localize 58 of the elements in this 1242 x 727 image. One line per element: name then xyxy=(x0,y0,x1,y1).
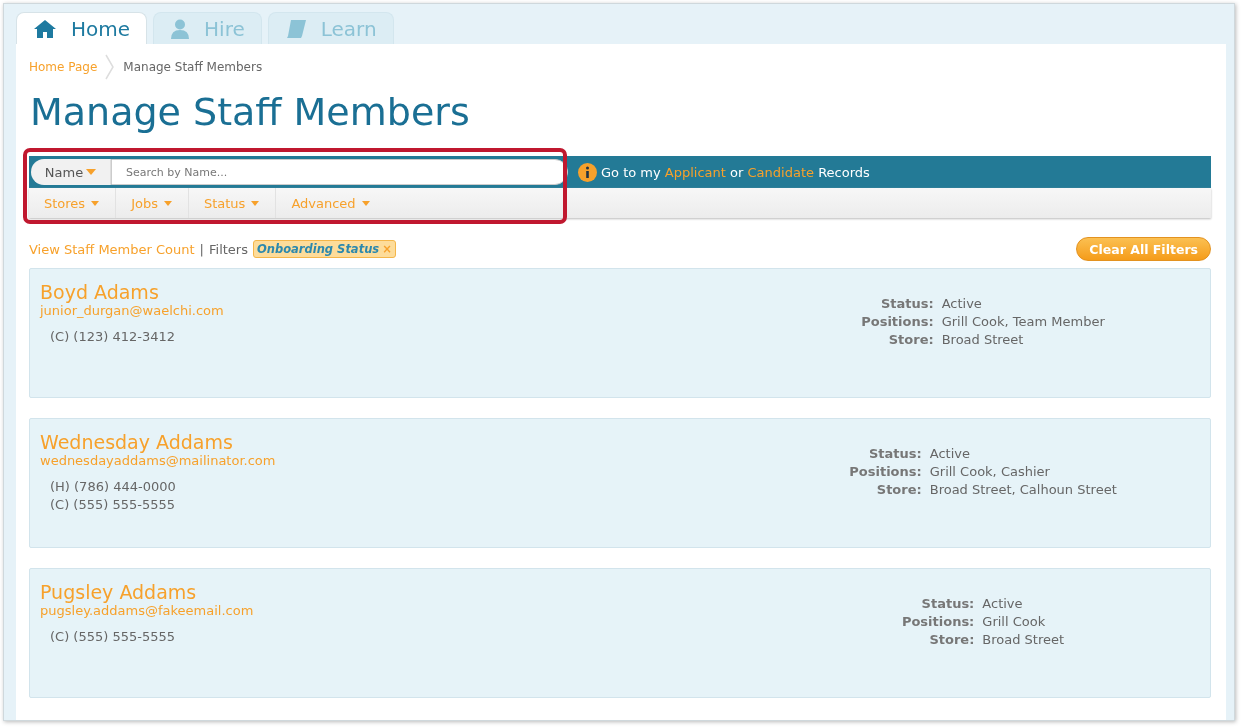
page-title: Manage Staff Members xyxy=(30,89,471,136)
detail-label: Positions: xyxy=(848,463,922,481)
detail-value: Active xyxy=(929,445,971,463)
detail-value: Broad Street, Calhoun Street xyxy=(929,481,1118,499)
search-field-dropdown[interactable]: Name xyxy=(31,159,111,185)
detail-value: Grill Cook, Cashier xyxy=(929,463,1051,481)
phone-number: (C) (555) 555-5555 xyxy=(50,496,176,514)
detail-value: Active xyxy=(982,595,1024,613)
detail-label: Store: xyxy=(928,631,975,649)
staff-name-link[interactable]: Wednesday Addams xyxy=(40,431,233,453)
detail-label: Status: xyxy=(879,295,934,313)
remove-filter-button[interactable]: × xyxy=(382,242,392,256)
staff-email-link[interactable]: wednesdayaddams@mailinator.com xyxy=(40,453,276,468)
detail-value: Active xyxy=(941,295,983,313)
caret-icon xyxy=(91,200,100,206)
breadcrumb-link[interactable]: Home Page xyxy=(29,60,98,74)
caret-icon xyxy=(86,169,97,175)
detail-label: Store: xyxy=(875,481,922,499)
records-link[interactable]: Applicant xyxy=(664,164,726,180)
records-link[interactable]: Candidate xyxy=(747,164,814,180)
filter-menu[interactable]: Jobs xyxy=(116,188,189,218)
staff-name-link[interactable]: Boyd Adams xyxy=(40,281,159,303)
staff-email-link[interactable]: pugsley.addams@fakeemail.com xyxy=(40,603,254,618)
caret-icon xyxy=(361,200,370,206)
records-notice: Go to my Applicant or Candidate Records xyxy=(601,164,870,180)
detail-label: Status: xyxy=(867,445,922,463)
phone-number: (H) (786) 444-0000 xyxy=(50,478,176,496)
detail-value: Broad Street xyxy=(982,631,1066,649)
nav-tab[interactable]: Hire xyxy=(153,12,262,44)
clear-filters-button[interactable]: Clear All Filters xyxy=(1076,237,1211,261)
filter-chip-label: Onboarding Status xyxy=(256,242,380,256)
search-field[interactable]: Search by Name... xyxy=(111,159,568,185)
info-icon xyxy=(578,162,597,182)
staff-count-link[interactable]: View Staff Member Count xyxy=(29,241,195,257)
phone-number: (C) (555) 555-5555 xyxy=(50,628,176,646)
detail-value: Broad Street xyxy=(941,331,1025,349)
nav-tab[interactable]: Learn xyxy=(267,12,394,44)
caret-icon xyxy=(251,200,260,206)
caret-icon xyxy=(163,200,172,206)
detail-label: Positions: xyxy=(860,313,934,331)
filters-label: Filters xyxy=(209,241,248,257)
home-icon xyxy=(33,18,57,39)
filter-menu[interactable]: Stores xyxy=(29,188,117,218)
staff-email-link[interactable]: junior_durgan@waelchi.com xyxy=(40,303,224,318)
staff-name-link[interactable]: Pugsley Addams xyxy=(40,581,197,603)
nav-tab[interactable]: Home xyxy=(16,12,148,44)
detail-value: Grill Cook xyxy=(982,613,1047,631)
separator: | xyxy=(199,241,204,257)
detail-label: Store: xyxy=(887,331,934,349)
detail-value: Grill Cook, Team Member xyxy=(941,313,1106,331)
detail-label: Positions: xyxy=(900,613,975,631)
filter-menu[interactable]: Advanced xyxy=(276,188,386,218)
breadcrumb-current: Manage Staff Members xyxy=(123,60,263,74)
filter-menu[interactable]: Status xyxy=(188,188,277,218)
phone-number: (C) (123) 412-3412 xyxy=(50,328,176,346)
chevron-icon xyxy=(105,54,116,80)
person-icon xyxy=(170,18,191,39)
detail-label: Status: xyxy=(920,595,975,613)
